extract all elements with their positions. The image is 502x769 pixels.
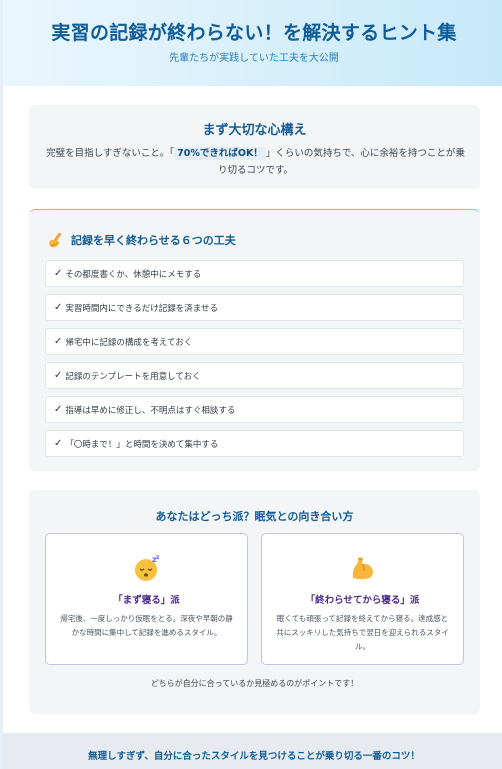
tip-text: 記録のテンプレートを用意しておく xyxy=(65,371,201,382)
check-icon: ✓ xyxy=(54,302,63,313)
mindset-text-before: 完璧を目指しすぎないこと。「 xyxy=(46,148,175,159)
list-item: ✓ 実習時間内にできるだけ記録を済ませる xyxy=(45,294,464,321)
list-item: ✓ 記録のテンプレートを用意しておく xyxy=(45,362,464,389)
sleep-style-title: あなたはどっち派？眠気との向き合い方 xyxy=(155,510,354,523)
svg-text:z: z xyxy=(156,554,160,561)
tips-title: 記録を早く終わらせる６つの工夫 xyxy=(71,234,236,247)
sleep-first-desc: 帰宅後、一度しっかり仮眠をとる。深夜や早朝の静かな時間に集中して記録を進めるスタ… xyxy=(60,614,233,637)
footer-text: 無理しすぎず、自分に合ったスタイルを見つけることが乗り切る一番のコツ！ xyxy=(88,751,420,762)
writing-hand-icon xyxy=(47,231,65,249)
list-item: ✓ 「〇時まで！」と時間を決めて集中する xyxy=(45,430,464,457)
mindset-card: まず大切な心構え 完璧を目指しすぎないこと。「 70%できればOK！ 」くらいの気持… xyxy=(29,105,480,189)
tips-header: 記録を早く終わらせる６つの工夫 xyxy=(47,231,236,249)
tips-list: ✓ その都度書くか、休憩中にメモする ✓ 実習時間内にできるだけ記録を済ませる ✓ 帰… xyxy=(45,260,464,464)
header-banner: 実習の記録が終わらない！を解決するヒント集 先輩たちが実践していた工夫を大公開 xyxy=(3,0,502,86)
page-title: 実習の記録が終わらない！を解決するヒント集 xyxy=(51,22,457,44)
check-icon: ✓ xyxy=(54,336,63,347)
finish-first-desc: 眠くても頑張って記録を終えてから寝る。達成感と共にスッキリした気持ちで翌日を迎え… xyxy=(276,614,449,651)
tip-text: 実習時間内にできるだけ記録を済ませる xyxy=(65,303,218,314)
sleep-first-option: z z 「まず寝る」派 帰宅後、一度しっかり仮眠をとる。深夜や早朝の静かな時間に… xyxy=(45,533,248,665)
mindset-text: 完璧を目指しすぎないこと。「 70%できればOK！ 」くらいの気持ちで、心に余裕を持… xyxy=(43,145,468,179)
page-subtitle: 先輩たちが実践していた工夫を大公開 xyxy=(169,53,339,64)
check-icon: ✓ xyxy=(54,370,63,381)
sleep-style-note: どちらが自分に合っているか見極めるのがポイントです！ xyxy=(150,679,359,688)
mindset-highlight: 70%できればOK！ xyxy=(174,147,266,160)
sleeping-face-icon: z z xyxy=(46,554,247,582)
tips-card: 記録を早く終わらせる６つの工夫 ✓ その都度書くか、休憩中にメモする ✓ 実習時間内… xyxy=(29,209,480,471)
finish-first-name: 「終わらせてから寝る」派 xyxy=(305,595,420,606)
list-item: ✓ 帰宅中に記録の構成を考えておく xyxy=(45,328,464,355)
footer-banner: 無理しすぎず、自分に合ったスタイルを見つけることが乗り切る一番のコツ！ xyxy=(3,733,502,769)
flexed-biceps-icon xyxy=(262,554,463,582)
list-item: ✓ その都度書くか、休憩中にメモする xyxy=(45,260,464,287)
tip-text: その都度書くか、休憩中にメモする xyxy=(65,269,202,280)
tip-text: 帰宅中に記録の構成を考えておく xyxy=(65,337,193,348)
check-icon: ✓ xyxy=(54,268,63,279)
check-icon: ✓ xyxy=(54,404,63,415)
tip-text: 指導は早めに修正し、不明点はすぐ相談する xyxy=(65,405,236,416)
tip-text: 「〇時まで！」と時間を決めて集中する xyxy=(65,439,219,450)
sleep-first-name: 「まず寝る」派 xyxy=(113,595,180,606)
mindset-title: まず大切な心構え xyxy=(202,123,307,138)
finish-first-option: 「終わらせてから寝る」派 眠くても頑張って記録を終えてから寝る。達成感と共にスッ… xyxy=(261,533,464,665)
page: 実習の記録が終わらない！を解決するヒント集 先輩たちが実践していた工夫を大公開 … xyxy=(0,0,502,769)
check-icon: ✓ xyxy=(54,438,63,449)
list-item: ✓ 指導は早めに修正し、不明点はすぐ相談する xyxy=(45,396,464,423)
sleep-style-card: あなたはどっち派？眠気との向き合い方 z z 「まず寝る」派 帰宅後、一度しっか… xyxy=(29,490,480,714)
